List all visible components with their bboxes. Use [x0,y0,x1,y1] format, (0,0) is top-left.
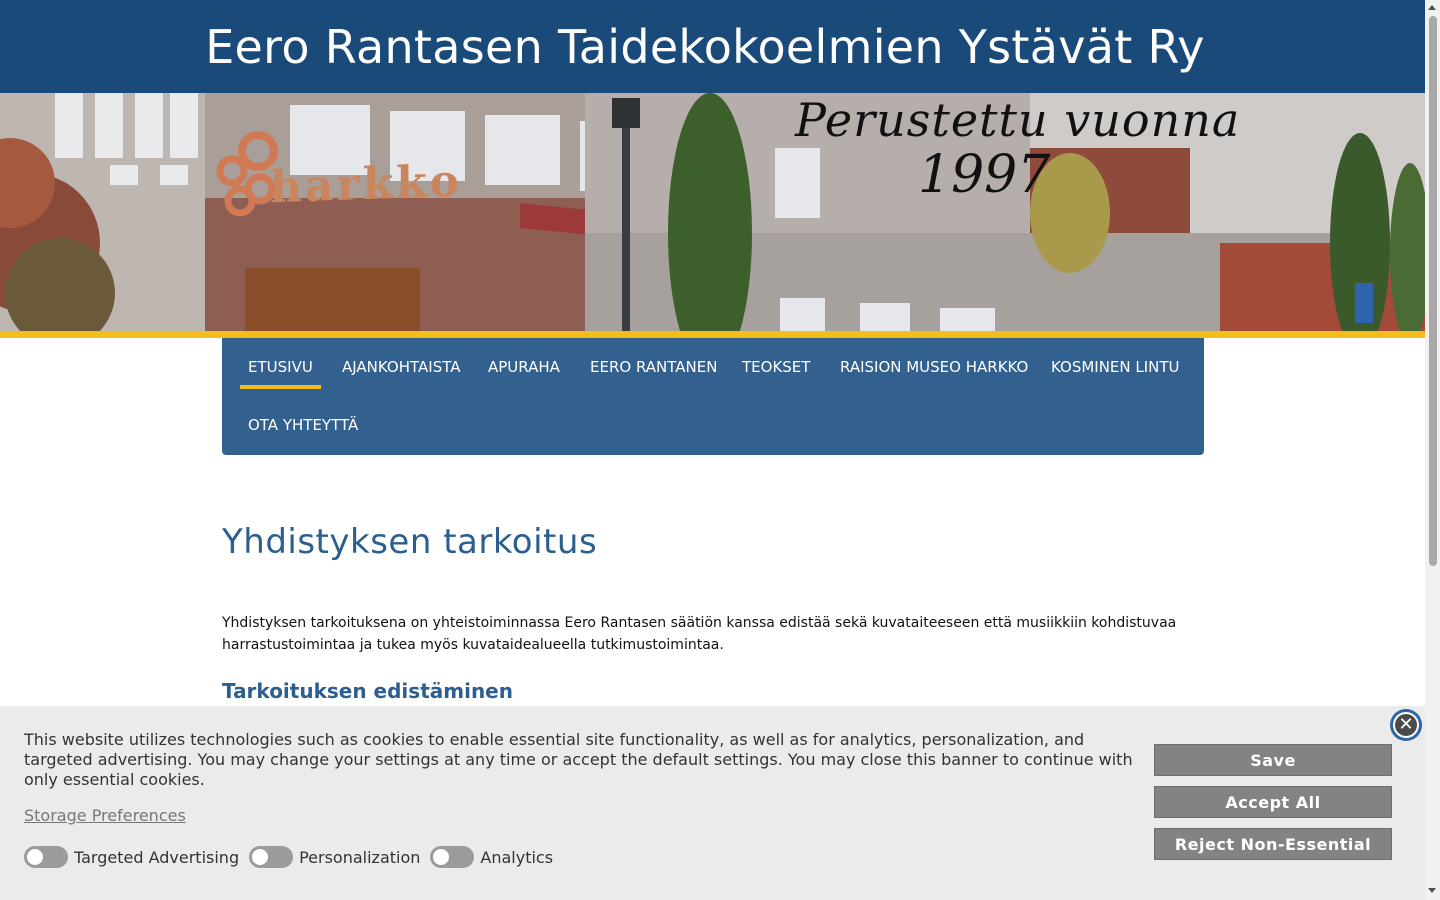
cookie-consent-banner: This website utilizes technologies such … [0,706,1425,900]
harkko-sign: harkko [270,155,463,214]
nav-item-ajankohtaista[interactable]: AJANKOHTAISTA [342,358,460,376]
page-scrollbar[interactable] [1425,0,1440,900]
targeted-advertising-toggle[interactable] [24,846,68,868]
hero-tagline-line1: Perustettu vuonna [795,93,1241,147]
hero-banner-image: harkko Perustettu vuonna 1997 [0,93,1425,331]
scroll-up-arrow-icon[interactable] [1428,5,1436,10]
nav-item-ota-yhteytta[interactable]: OTA YHTEYTTÄ [248,416,358,434]
page-heading: Yhdistyksen tarkoitus [222,522,598,562]
storage-preferences-link[interactable]: Storage Preferences [24,806,186,825]
toggle-group-personalization: Personalization [249,846,420,868]
intro-paragraph: Yhdistyksen tarkoituksena on yhteistoimi… [222,615,1177,653]
nav-item-teokset[interactable]: TEOKSET [742,358,810,376]
cookie-banner-text: This website utilizes technologies such … [24,730,1133,789]
hero-tagline-line2: 1997 [918,145,1051,205]
hero-accent-stripe [0,331,1425,338]
main-navigation: ETUSIVU AJANKOHTAISTA APURAHA EERO RANTA… [222,338,1204,455]
accept-all-button[interactable]: Accept All [1154,786,1392,818]
site-title[interactable]: Eero Rantasen Taidekokoelmien Ystävät Ry [205,20,1205,74]
analytics-label: Analytics [480,847,554,867]
analytics-toggle[interactable] [430,846,475,868]
close-banner-button[interactable]: ✕ [1390,709,1422,741]
save-button[interactable]: Save [1154,744,1392,776]
nav-item-kosminen-lintu[interactable]: KOSMINEN LINTU [1051,358,1180,376]
personalization-toggle[interactable] [249,846,294,868]
section-subheading: Tarkoituksen edistäminen [222,679,513,703]
nav-item-etusivu[interactable]: ETUSIVU [240,358,321,389]
reject-non-essential-button[interactable]: Reject Non-Essential [1154,828,1392,860]
personalization-label: Personalization [299,847,421,867]
nav-item-eero-rantanen[interactable]: EERO RANTANEN [590,358,717,376]
toggle-group-targeted-advertising: Targeted Advertising [24,846,239,868]
site-header: Eero Rantasen Taidekokoelmien Ystävät Ry [0,0,1425,93]
consent-toggles: Targeted Advertising Personalization Ana… [24,846,555,868]
scroll-down-arrow-icon[interactable] [1428,888,1436,893]
close-icon: ✕ [1393,712,1419,738]
nav-item-apuraha[interactable]: APURAHA [488,358,560,376]
nav-item-raision-museo-harkko[interactable]: RAISION MUSEO HARKKO [840,358,1028,376]
targeted-advertising-label: Targeted Advertising [74,847,240,867]
scrollbar-thumb[interactable] [1429,16,1437,566]
toggle-group-analytics: Analytics [430,846,553,868]
